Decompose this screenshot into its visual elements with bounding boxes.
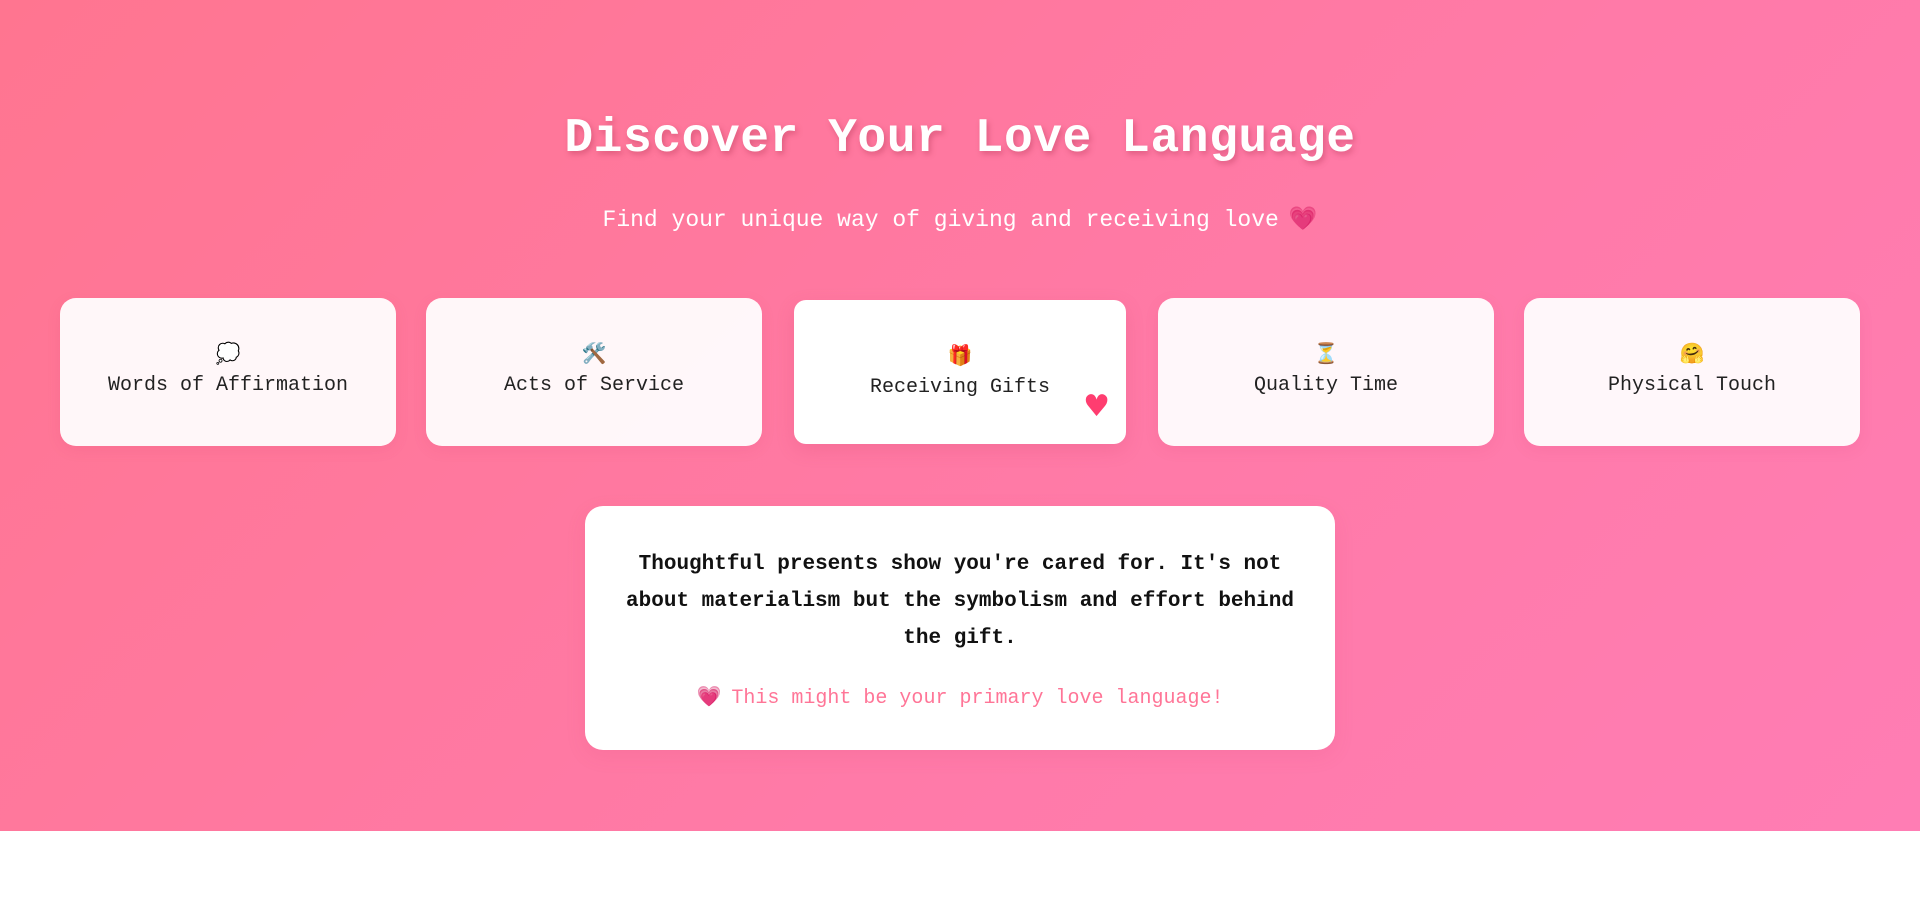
card-receiving-gifts[interactable]: 🎁 Receiving Gifts ♥ — [794, 300, 1126, 444]
page-title: Discover Your Love Language — [564, 112, 1356, 166]
page-subtitle: Find your unique way of giving and recei… — [0, 203, 1920, 236]
card-label: Quality Time — [1253, 374, 1399, 397]
hug-icon: 🤗 — [1679, 341, 1705, 365]
card-label: Acts of Service — [503, 374, 685, 397]
card-label: Receiving Gifts — [869, 376, 1051, 399]
heart-icon: 💗 — [1288, 206, 1318, 232]
hourglass-icon: ⏳ — [1313, 341, 1339, 365]
card-label: Physical Touch — [1607, 374, 1777, 397]
card-physical-touch[interactable]: 🤗 Physical Touch — [1524, 298, 1860, 446]
card-words-of-affirmation[interactable]: 💭 Words of Affirmation — [60, 298, 396, 446]
result-hint-text: This might be your primary love language… — [731, 687, 1224, 710]
card-label: Words of Affirmation — [107, 374, 349, 397]
thought-bubble-icon: 💭 — [215, 341, 241, 365]
gift-icon: 🎁 — [947, 343, 973, 367]
tools-icon: 🛠️ — [581, 341, 607, 365]
subtitle-text: Find your unique way of giving and recei… — [602, 207, 1279, 233]
result-hint: 💗 This might be your primary love languag… — [585, 682, 1335, 713]
heart-icon: 💗 — [696, 684, 722, 708]
hero-section: Discover Your Love Language Find your un… — [0, 0, 1920, 831]
selected-heart-icon: ♥ — [1083, 389, 1110, 424]
card-acts-of-service[interactable]: 🛠️ Acts of Service — [426, 298, 762, 446]
card-quality-time[interactable]: ⏳ Quality Time — [1158, 298, 1494, 446]
result-description: Thoughtful presents show you're cared fo… — [626, 553, 1294, 650]
result-panel: Thoughtful presents show you're cared fo… — [585, 506, 1335, 750]
